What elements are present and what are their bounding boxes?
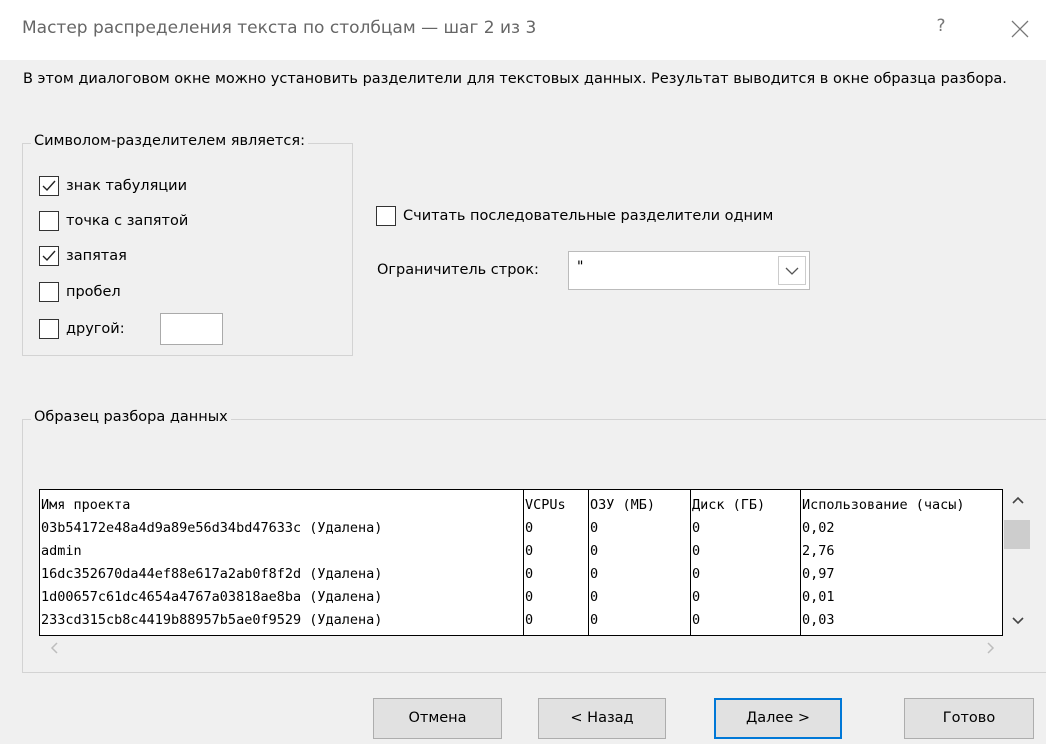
consecutive-checkbox-row[interactable]: Считать последовательные разделители одн…	[376, 205, 773, 227]
preview-cell: 0,97	[802, 566, 835, 582]
close-icon	[1011, 20, 1029, 38]
finish-button[interactable]: Готово	[904, 698, 1034, 739]
other-checkbox[interactable]	[39, 319, 59, 339]
comma-checkbox[interactable]	[39, 246, 59, 266]
scroll-up-icon[interactable]	[1010, 494, 1026, 506]
cancel-button[interactable]: Отмена	[373, 698, 502, 739]
preview-cell: 0,01	[802, 589, 835, 605]
preview-cell: 0	[525, 589, 534, 605]
preview-header-row: Имя проекта VCPUs ОЗУ (МБ) Диск (ГБ) Исп…	[40, 494, 1002, 517]
qualifier-value: "	[576, 259, 585, 275]
preview-cell: 0	[590, 543, 599, 559]
check-icon	[42, 180, 56, 192]
preview-horizontal-scrollbar[interactable]	[39, 636, 1033, 660]
title-bar: Мастер распределения текста по столбцам …	[0, 0, 1046, 60]
semicolon-checkbox-row[interactable]: точка с запятой	[39, 210, 188, 232]
preview-cell: 0	[525, 543, 534, 559]
preview-vertical-scrollbar[interactable]	[1003, 489, 1033, 636]
comma-label: запятая	[66, 248, 127, 264]
preview-cell: 0,03	[802, 612, 835, 628]
next-button[interactable]: Далее >	[714, 698, 842, 739]
preview-cell: 0	[525, 520, 534, 536]
qualifier-dropdown-button[interactable]	[778, 256, 806, 285]
preview-cell: Использование (часы)	[802, 497, 965, 513]
help-button[interactable]: ?	[930, 16, 952, 40]
preview-row: admin 0 0 0 2,76	[40, 540, 1002, 563]
dialog-description: В этом диалоговом окне можно установить …	[23, 71, 1007, 87]
preview-cell: 0	[590, 612, 599, 628]
scroll-left-icon[interactable]	[49, 641, 61, 655]
delimiters-legend: Символом-разделителем является:	[31, 133, 308, 149]
preview-row: 1d00657c61dc4654a4767a03818ae8ba (Удален…	[40, 586, 1002, 609]
preview-cell: Диск (ГБ)	[692, 497, 766, 513]
consecutive-label: Считать последовательные разделители одн…	[403, 208, 774, 224]
preview-cell: 0	[692, 520, 701, 536]
preview-cell: 0	[525, 566, 534, 582]
space-label: пробел	[66, 284, 121, 300]
preview-cell: 0,02	[802, 520, 835, 536]
qualifier-select[interactable]: "	[568, 251, 810, 290]
preview-cell: VCPUs	[525, 497, 566, 513]
preview-legend: Образец разбора данных	[31, 409, 231, 425]
other-delimiter-input[interactable]	[160, 313, 223, 345]
preview-cell: 0	[590, 566, 599, 582]
preview-cell: 0	[590, 520, 599, 536]
space-checkbox-row[interactable]: пробел	[39, 281, 121, 303]
other-checkbox-row[interactable]: другой:	[39, 318, 125, 340]
semicolon-label: точка с запятой	[66, 213, 189, 229]
tab-checkbox-row[interactable]: знак табуляции	[39, 175, 187, 197]
preview-cell: 0	[525, 612, 534, 628]
preview-cell: Имя проекта	[41, 497, 131, 513]
preview-row: 03b54172e48a4d9a89e56d34bd47633c (Удален…	[40, 517, 1002, 540]
preview-row: 233cd315cb8c4419b88957b5ae0f9529 (Удален…	[40, 609, 1002, 632]
check-icon	[42, 250, 56, 262]
preview-cell: 0	[692, 612, 701, 628]
other-label: другой:	[66, 321, 125, 337]
tab-label: знак табуляции	[66, 178, 188, 194]
preview-cell: 2,76	[802, 543, 835, 559]
preview-cell: 233cd315cb8c4419b88957b5ae0f9529 (Удален…	[41, 612, 383, 628]
preview-cell: admin	[41, 543, 82, 559]
preview-cell: ОЗУ (МБ)	[590, 497, 656, 513]
chevron-down-icon	[785, 267, 799, 275]
preview-cell: 1d00657c61dc4654a4767a03818ae8ba (Удален…	[41, 589, 383, 605]
preview-cell: 0	[692, 589, 701, 605]
data-preview: Имя проекта VCPUs ОЗУ (МБ) Диск (ГБ) Исп…	[39, 489, 1003, 636]
back-button[interactable]: < Назад	[538, 698, 666, 739]
space-checkbox[interactable]	[39, 282, 59, 302]
preview-cell: 03b54172e48a4d9a89e56d34bd47633c (Удален…	[41, 520, 383, 536]
preview-cell: 0	[692, 566, 701, 582]
vertical-scroll-thumb[interactable]	[1004, 520, 1030, 549]
scroll-down-icon[interactable]	[1010, 615, 1026, 627]
consecutive-checkbox[interactable]	[376, 206, 396, 226]
scroll-right-icon[interactable]	[984, 641, 996, 655]
preview-cell: 0	[692, 543, 701, 559]
preview-row: 16dc352670da44ef88e617a2ab0f8f2d (Удален…	[40, 563, 1002, 586]
preview-cell: 0	[590, 589, 599, 605]
comma-checkbox-row[interactable]: запятая	[39, 245, 127, 267]
dialog-title: Мастер распределения текста по столбцам …	[22, 18, 537, 38]
delimiters-group: Символом-разделителем является: знак таб…	[22, 133, 353, 356]
semicolon-checkbox[interactable]	[39, 211, 59, 231]
preview-cell: 16dc352670da44ef88e617a2ab0f8f2d (Удален…	[41, 566, 383, 582]
qualifier-label: Ограничитель строк:	[377, 262, 539, 278]
tab-checkbox[interactable]	[39, 176, 59, 196]
close-button[interactable]	[1006, 16, 1034, 42]
